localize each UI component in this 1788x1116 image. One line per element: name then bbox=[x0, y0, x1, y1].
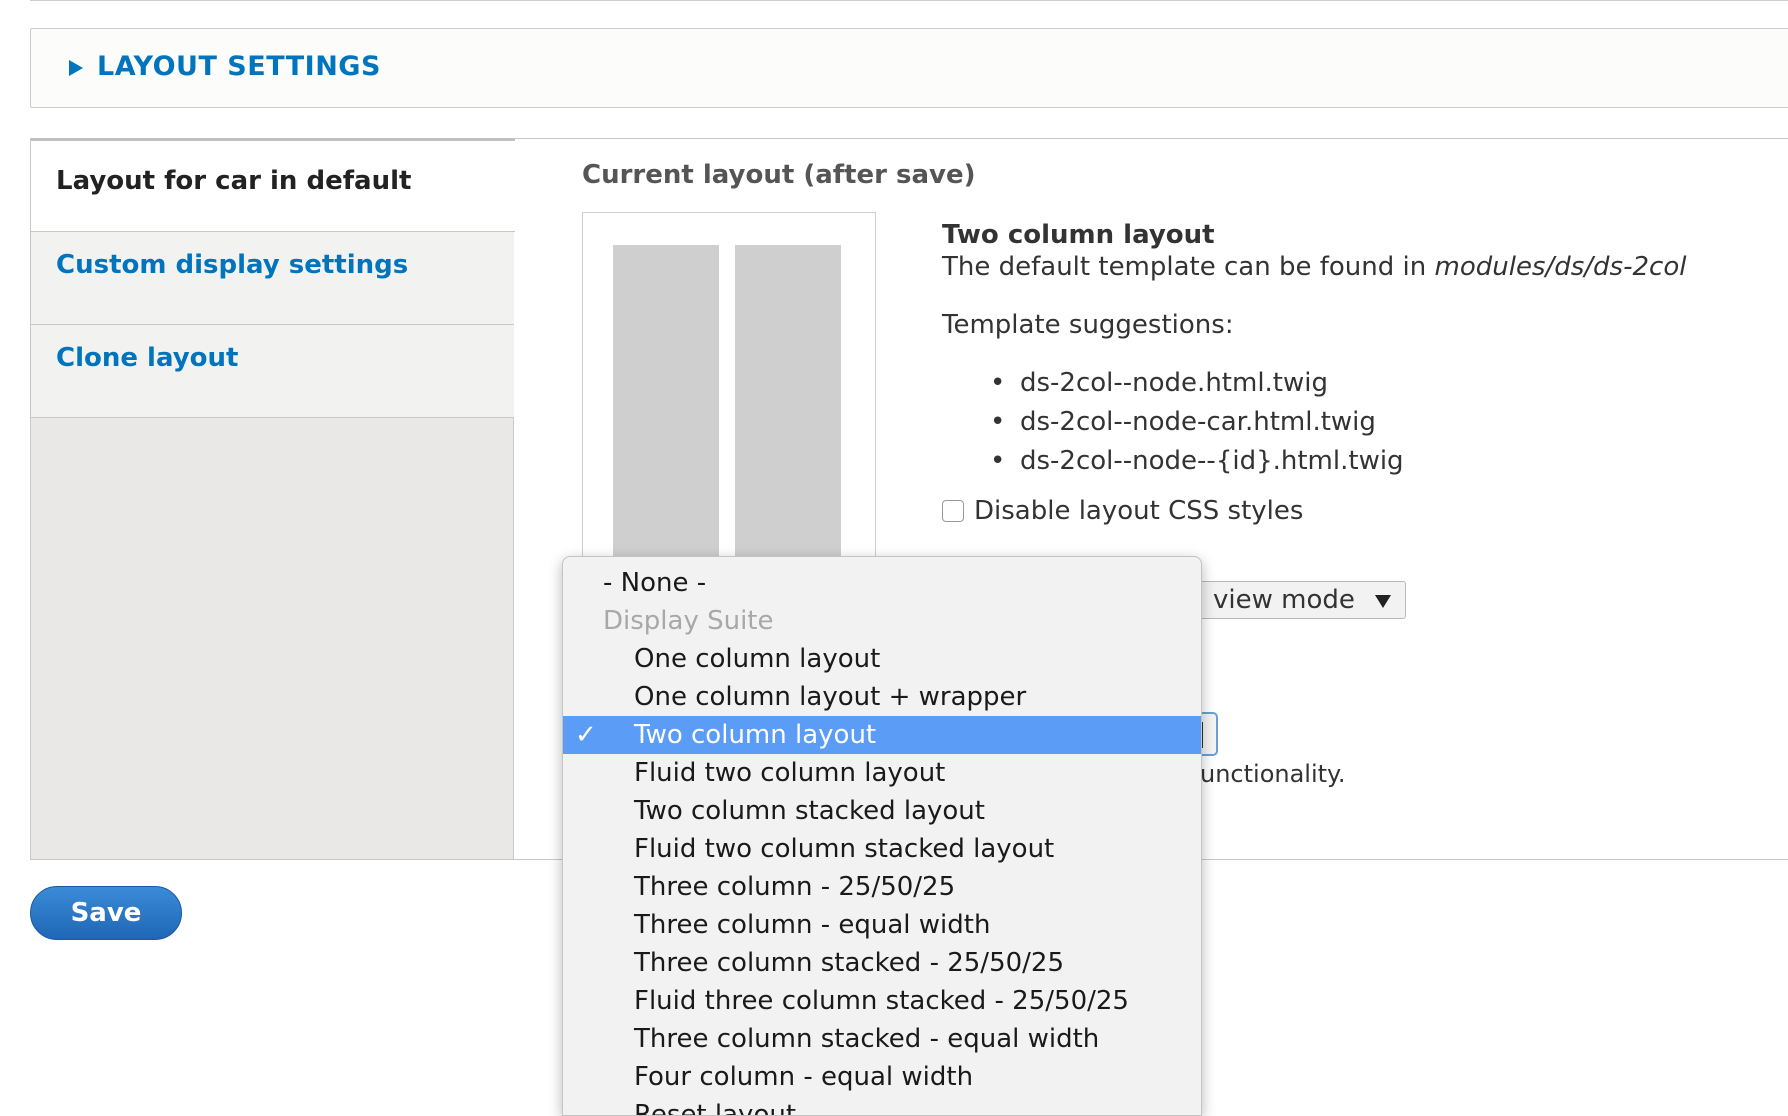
option-fluid-three-column-stacked[interactable]: Fluid three column stacked - 25/50/25 bbox=[563, 982, 1201, 1020]
vertical-tabs-menu: Layout for car in default Custom display… bbox=[31, 138, 515, 859]
option-none[interactable]: - None - bbox=[563, 564, 1201, 602]
layout-preview-image bbox=[582, 212, 876, 592]
option-four-column-equal[interactable]: Four column - equal width bbox=[563, 1058, 1201, 1096]
preview-column-left bbox=[613, 245, 719, 575]
top-divider bbox=[30, 0, 1788, 1]
checkmark-icon: ✓ bbox=[575, 720, 597, 750]
tab-custom-display-settings-label: Custom display settings bbox=[56, 250, 409, 280]
layout-template-path: modules/ds/ds-2col bbox=[1434, 252, 1687, 282]
preview-column-right bbox=[735, 245, 841, 575]
layout-settings-summary[interactable]: LAYOUT SETTINGS bbox=[69, 51, 381, 82]
option-three-column-equal[interactable]: Three column - equal width bbox=[563, 906, 1201, 944]
list-item: ds-2col--node.html.twig bbox=[990, 364, 1404, 403]
layout-help-text: unctionality. bbox=[1200, 760, 1346, 788]
layout-description: The default template can be found in mod… bbox=[942, 252, 1686, 282]
disable-css-row: Disable layout CSS styles bbox=[942, 496, 1303, 526]
tab-layout-for-car-label: Layout for car in default bbox=[56, 166, 412, 196]
option-three-column-25-50-25[interactable]: Three column - 25/50/25 bbox=[563, 868, 1201, 906]
option-one-column-wrapper[interactable]: One column layout + wrapper bbox=[563, 678, 1201, 716]
template-suggestions-label: Template suggestions: bbox=[942, 310, 1234, 340]
option-fluid-two-column[interactable]: Fluid two column layout bbox=[563, 754, 1201, 792]
option-three-column-stacked-25-50-25[interactable]: Three column stacked - 25/50/25 bbox=[563, 944, 1201, 982]
template-suggestions-list: ds-2col--node.html.twig ds-2col--node-ca… bbox=[990, 364, 1404, 481]
pane-title: Current layout (after save) bbox=[582, 160, 976, 190]
option-two-column-selected[interactable]: ✓ Two column layout bbox=[563, 716, 1201, 754]
tab-layout-for-car[interactable]: Layout for car in default bbox=[31, 138, 515, 232]
disable-css-checkbox[interactable] bbox=[942, 500, 964, 522]
list-item: ds-2col--node--{id}.html.twig bbox=[990, 442, 1404, 481]
option-fluid-two-column-stacked[interactable]: Fluid two column stacked layout bbox=[563, 830, 1201, 868]
layout-settings-label: LAYOUT SETTINGS bbox=[97, 51, 381, 82]
option-one-column[interactable]: One column layout bbox=[563, 640, 1201, 678]
view-mode-select-value: view mode bbox=[1213, 585, 1355, 615]
layout-settings-details: LAYOUT SETTINGS bbox=[30, 28, 1788, 108]
disable-css-label: Disable layout CSS styles bbox=[974, 496, 1304, 526]
option-two-column-stacked[interactable]: Two column stacked layout bbox=[563, 792, 1201, 830]
layout-dropdown-list[interactable]: - None - Display Suite One column layout… bbox=[562, 556, 1202, 1116]
optgroup-display-suite: Display Suite bbox=[603, 606, 774, 636]
layout-name: Two column layout bbox=[942, 220, 1215, 250]
layout-description-prefix: The default template can be found in bbox=[942, 252, 1435, 282]
list-item: ds-2col--node-car.html.twig bbox=[990, 403, 1404, 442]
chevron-down-icon bbox=[1375, 595, 1391, 608]
save-button[interactable]: Save bbox=[30, 886, 182, 940]
tab-clone-layout[interactable]: Clone layout bbox=[31, 325, 514, 418]
tab-custom-display-settings[interactable]: Custom display settings bbox=[31, 232, 514, 325]
expand-triangle-icon bbox=[69, 59, 83, 76]
option-reset-layout[interactable]: Reset layout bbox=[563, 1096, 1201, 1115]
tab-clone-layout-label: Clone layout bbox=[56, 343, 239, 373]
option-three-column-stacked-equal[interactable]: Three column stacked - equal width bbox=[563, 1020, 1201, 1058]
